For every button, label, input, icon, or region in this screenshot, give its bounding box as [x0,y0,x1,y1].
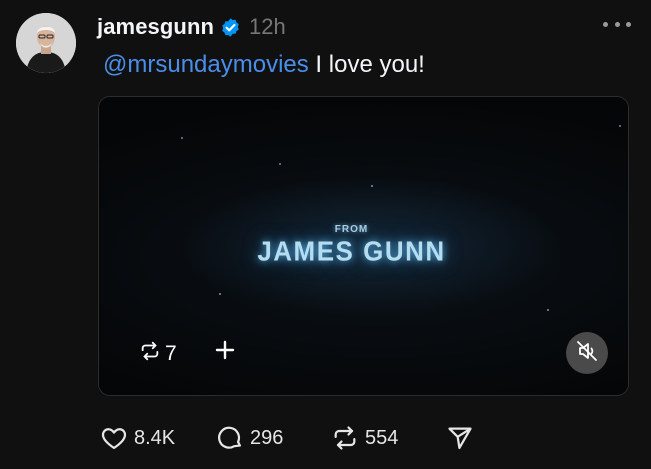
post-actions: 8.4K 296 554 [100,422,474,454]
verified-badge-icon [220,17,241,38]
reply-button[interactable]: 296 [216,424,331,452]
plus-icon[interactable] [212,337,238,363]
post-header: jamesgunn 12h [97,13,286,41]
post-caption: @mrsundaymovies I love you! [103,50,425,80]
video-repost-button[interactable]: 7 [139,340,177,368]
repost-icon [139,340,161,368]
profile-photo-icon [16,13,76,73]
like-button[interactable]: 8.4K [100,424,216,452]
video-repost-count: 7 [165,342,177,365]
repost-count: 554 [365,426,399,449]
username[interactable]: jamesgunn [97,14,214,40]
video-overlay-title: JAMES GUNN [257,235,446,267]
repost-icon [331,424,359,452]
mute-button[interactable] [566,332,608,374]
muted-speaker-icon [575,339,599,368]
reply-count: 296 [250,426,284,449]
send-icon [446,424,474,452]
mention-link[interactable]: @mrsundaymovies [103,51,309,78]
video-player[interactable]: FROM JAMES GUNN 7 [98,96,629,396]
heart-icon [100,424,128,452]
timestamp: 12h [249,14,286,39]
share-button[interactable] [446,424,474,452]
repost-button[interactable]: 554 [331,424,446,452]
video-overlay-from: FROM [334,224,369,235]
like-count: 8.4K [134,426,176,449]
more-options-icon[interactable] [603,17,631,31]
avatar[interactable] [16,13,76,73]
thread-post: jamesgunn 12h @mrsundaymovies I love you… [0,0,651,469]
comment-icon [216,424,244,452]
caption-text: I love you! [308,51,425,78]
